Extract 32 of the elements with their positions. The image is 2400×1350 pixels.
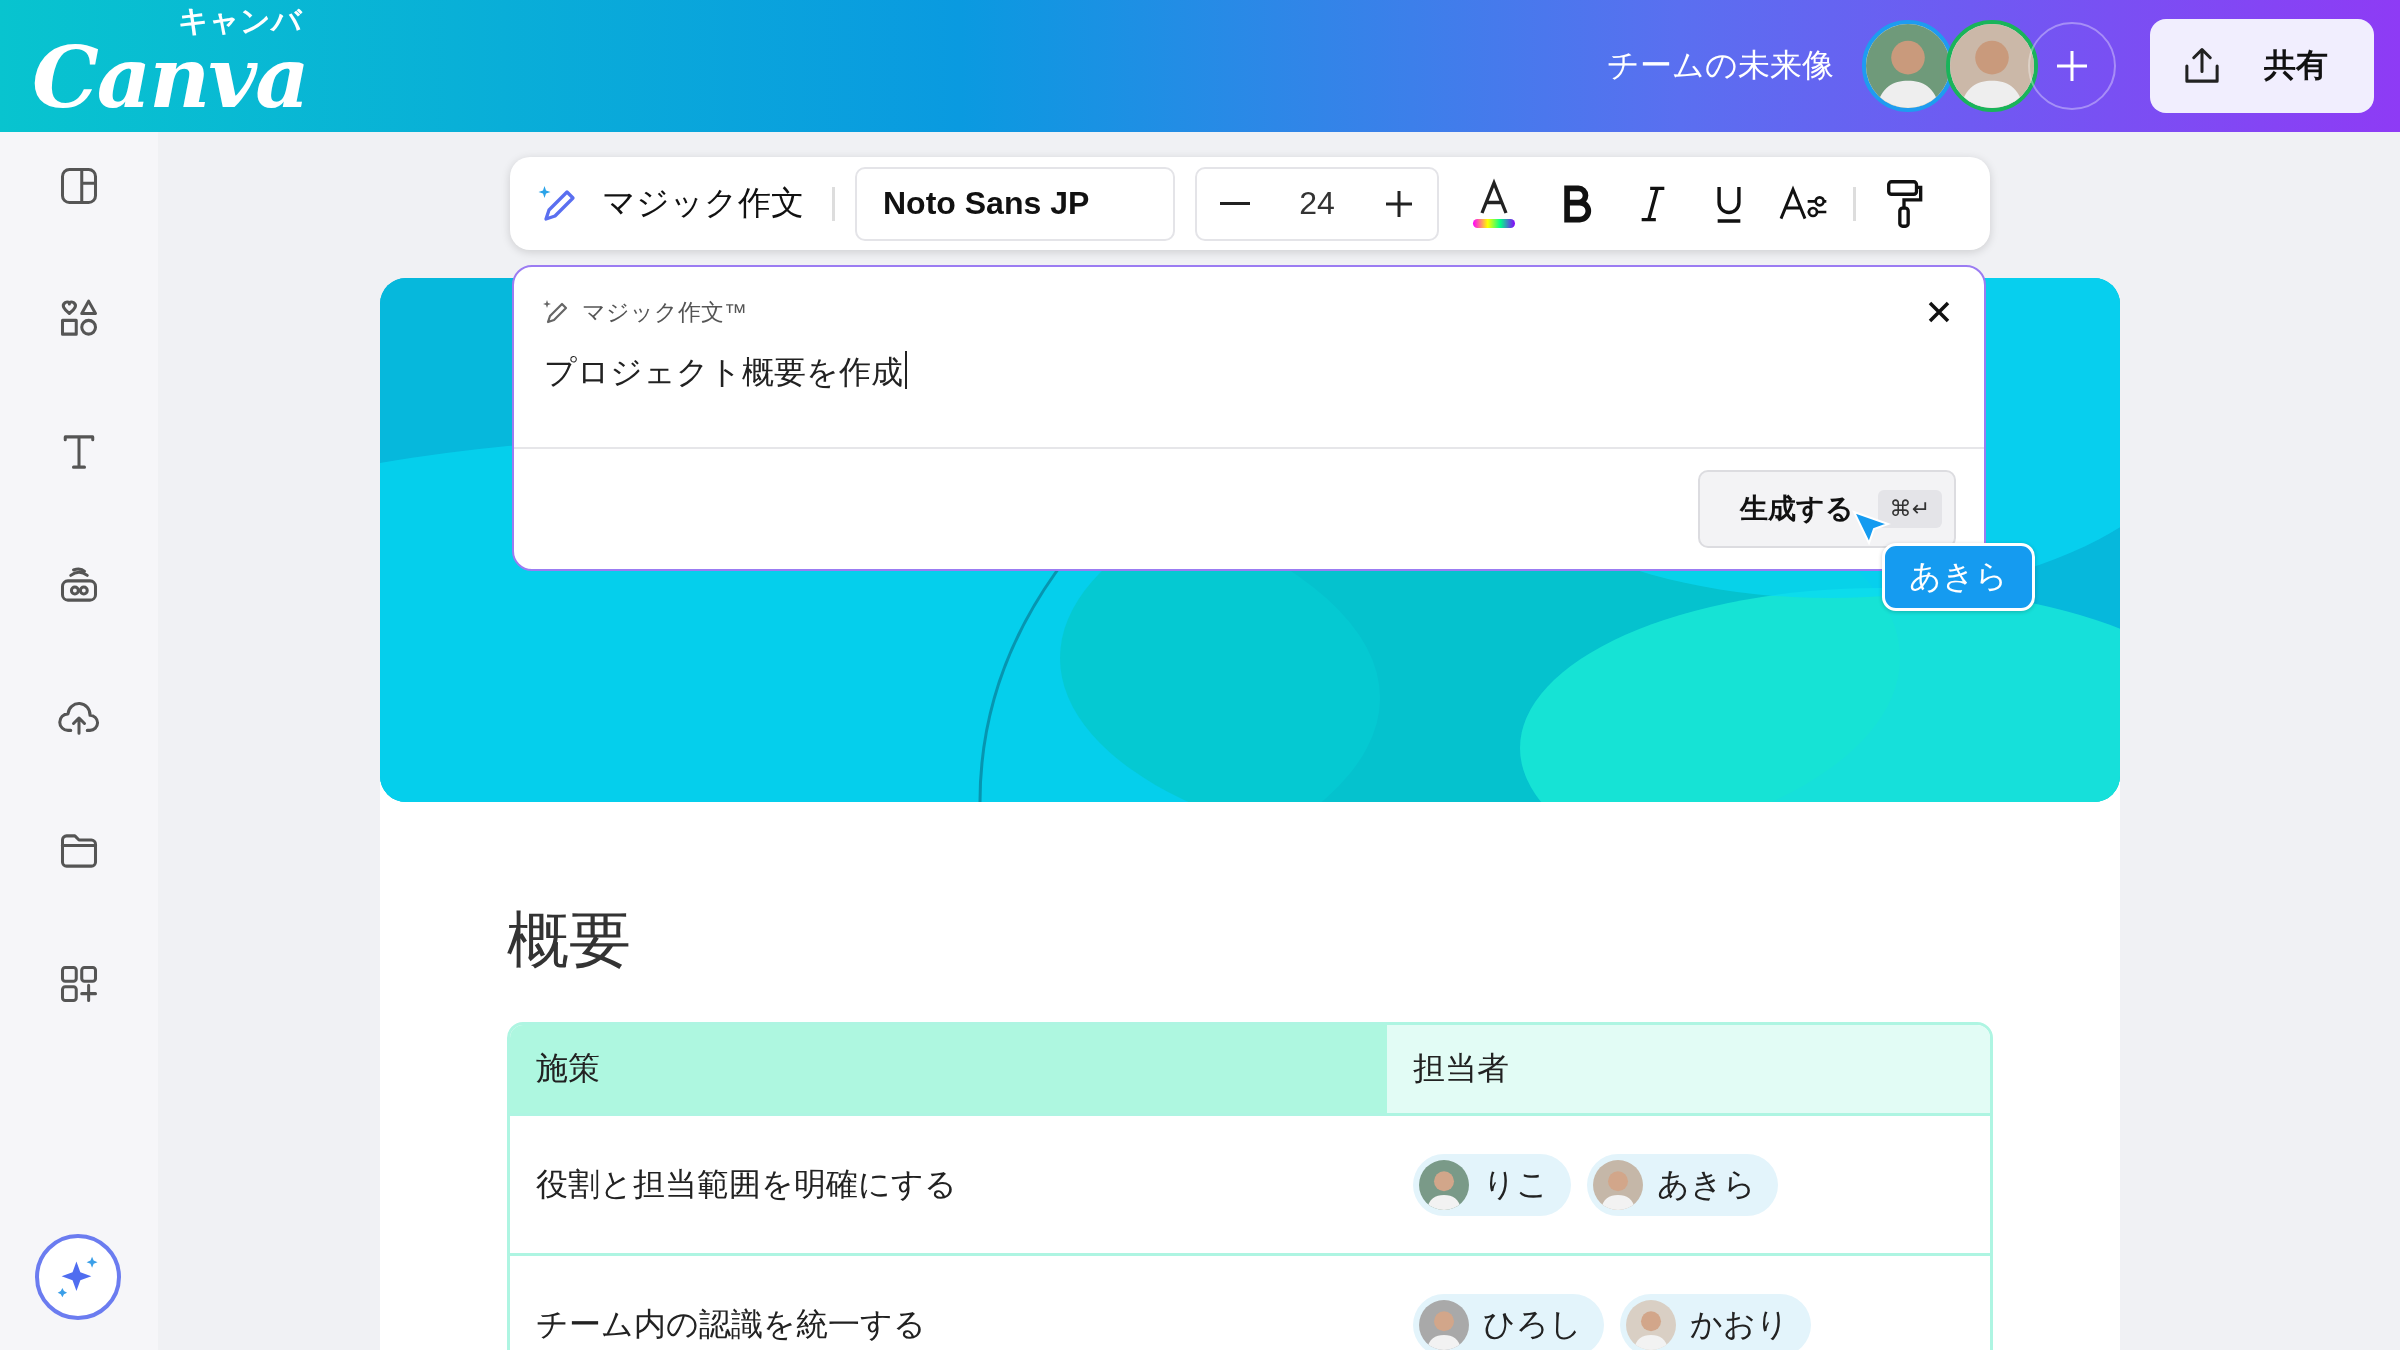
prompt-text: プロジェクト概要を作成 (544, 353, 903, 392)
plus-icon (2054, 48, 2090, 84)
team-name: チームの未来像 (1607, 46, 1834, 85)
collaborator-label: あきら (1882, 543, 2035, 611)
popup-title: マジック作文™ (582, 297, 748, 327)
close-icon (1926, 299, 1952, 325)
prompt-field[interactable]: プロジェクト概要を作成 (514, 331, 1984, 449)
column-header[interactable]: 担当者 (1387, 1025, 1990, 1113)
minus-icon (1220, 202, 1250, 205)
column-header[interactable]: 施策 (510, 1025, 1387, 1113)
logo-kana: キャンバ (177, 6, 302, 36)
shortcut-key: ⌘↵ (1877, 490, 1942, 528)
assignee-name: かおり (1690, 1304, 1789, 1344)
generate-button[interactable]: 生成する ⌘↵ (1697, 470, 1956, 548)
table-cell-text: チーム内の認識を統一する (535, 1304, 927, 1344)
add-member-button[interactable] (2028, 22, 2116, 110)
assignee-name: ひろし (1483, 1304, 1582, 1344)
paint-roller-icon (1884, 178, 1924, 229)
section-heading: 概要 (507, 904, 632, 976)
assignee-chip[interactable]: ひろし (1413, 1293, 1604, 1350)
assignee-name: あきら (1657, 1164, 1756, 1204)
share-button[interactable]: 共有 (2150, 19, 2374, 113)
table-cell-text: 役割と担当範囲を明確にする (535, 1164, 958, 1204)
font-size-value: 24 (1299, 185, 1335, 222)
font-select[interactable]: Noto Sans JP (855, 166, 1175, 241)
plus-icon (1384, 188, 1414, 219)
assignee-chip[interactable]: かおり (1620, 1293, 1811, 1350)
assignee-name: りこ (1483, 1164, 1549, 1204)
assignee-chip[interactable]: りこ (1413, 1153, 1571, 1216)
font-size-field[interactable]: 24 (1195, 166, 1439, 241)
assignee-chip[interactable]: あきら (1587, 1153, 1778, 1216)
magic-write-button[interactable]: マジック作文 (526, 179, 812, 228)
